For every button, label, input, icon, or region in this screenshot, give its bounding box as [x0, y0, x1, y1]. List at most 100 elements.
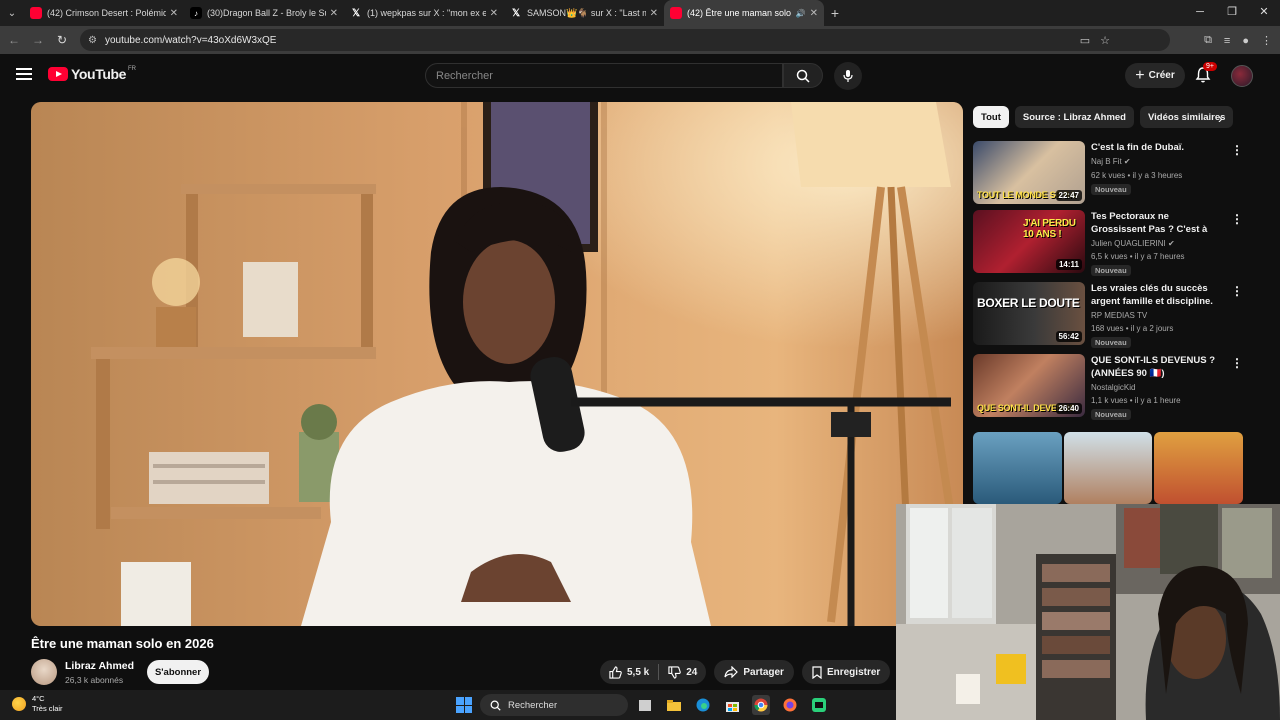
browser-tab[interactable]: (42) Crimson Desert : Polémiqu ✕ [24, 0, 184, 26]
search-input[interactable] [436, 64, 782, 87]
recommendation-channel[interactable]: NostalgicKid [1091, 383, 1135, 392]
search-button[interactable] [783, 63, 823, 88]
chrome-icon[interactable] [752, 695, 770, 715]
browser-tab[interactable]: 𝕏 SAMSON👑🐐 sur X : "Last m ✕ [504, 0, 664, 26]
recommendation-channel[interactable]: RP MEDIAS TV [1091, 311, 1147, 320]
thumbnail-text: BOXER LE DOUTE [977, 296, 1080, 310]
close-tab-icon[interactable]: ✕ [330, 8, 338, 19]
recommendation-channel[interactable]: Julien QUAGLIERINI ✔ [1091, 239, 1175, 248]
speaker-icon[interactable]: 🔊 [796, 9, 806, 18]
cast-icon[interactable]: ▭ [1080, 34, 1090, 47]
recommendation-item[interactable]: J'AI PERDU 10 ANS ! 14:11 Tes Pectoraux … [973, 210, 1243, 276]
close-window-icon[interactable]: ✕ [1248, 0, 1280, 26]
verified-icon: ✔ [1123, 157, 1131, 166]
like-count: 5,5 k [627, 666, 650, 678]
browser-tab-active[interactable]: (42) Être une maman solo e 🔊 ✕ [664, 0, 824, 26]
youtube-logo[interactable]: YouTube FR [48, 66, 136, 82]
extensions-icon[interactable]: ⧉ [1204, 34, 1212, 47]
like-button[interactable]: 5,5 k [600, 665, 658, 679]
taskbar-search-label: Rechercher [508, 699, 558, 711]
back-icon[interactable]: ← [2, 33, 26, 47]
recommendation-title[interactable]: C'est la fin de Dubaï. [1091, 141, 1221, 154]
firefox-icon[interactable] [781, 695, 799, 715]
tab-search-chevron-icon[interactable]: ⌄ [0, 1, 24, 25]
recommendation-channel[interactable]: Naj B Fit ✔ [1091, 157, 1131, 166]
voice-search-button[interactable] [834, 62, 862, 90]
new-tab-icon[interactable]: + [824, 5, 846, 21]
more-options-icon[interactable]: ⋮ [1231, 212, 1243, 226]
edge-icon[interactable] [694, 695, 712, 715]
recommendation-meta: 168 vues • il y a 2 jours [1091, 324, 1174, 333]
recommendation-meta: 6,5 k vues • il y a 7 heures [1091, 252, 1185, 261]
create-button[interactable]: + Créer [1125, 63, 1185, 88]
recommendation-meta: 1,1 k vues • il y a 1 heure [1091, 396, 1181, 405]
chip-source[interactable]: Source : Libraz Ahmed [1014, 106, 1134, 128]
file-explorer-icon[interactable] [665, 695, 683, 715]
tab-label: (30)Dragon Ball Z - Broly le Sup [207, 8, 326, 18]
channel-avatar[interactable] [31, 659, 57, 685]
site-info-icon[interactable]: ⚙ [88, 35, 97, 46]
menu-icon[interactable] [16, 68, 32, 80]
task-view-icon[interactable] [636, 695, 654, 715]
channel-name[interactable]: Libraz Ahmed [65, 660, 134, 672]
subscribe-button[interactable]: S'abonner [147, 660, 209, 684]
short-thumbnail[interactable] [1063, 432, 1153, 504]
save-button[interactable]: Enregistrer [801, 660, 891, 684]
chevron-right-icon[interactable]: › [1218, 110, 1223, 126]
account-avatar[interactable] [1231, 65, 1253, 87]
recommendation-item[interactable]: QUE SONT-IL DEVENUS 26:40 QUE SONT-ILS D… [973, 354, 1243, 420]
notifications-button[interactable]: 9+ [1195, 62, 1217, 86]
close-tab-icon[interactable]: ✕ [170, 8, 178, 19]
close-tab-icon[interactable]: ✕ [490, 8, 498, 19]
browser-tab[interactable]: 𝕏 (1) wepkpas sur X : "mon ex ell ✕ [344, 0, 504, 26]
profile-icon[interactable]: ● [1242, 35, 1249, 47]
region-code: FR [128, 66, 137, 72]
more-options-icon[interactable]: ⋮ [1231, 356, 1243, 370]
youtube-masthead: YouTube FR + Créer 9+ [0, 54, 1280, 98]
save-label: Enregistrer [826, 666, 881, 678]
restore-icon[interactable]: ❐ [1216, 0, 1248, 26]
short-thumbnail[interactable] [1154, 432, 1244, 504]
store-icon[interactable] [723, 695, 741, 715]
close-tab-icon[interactable]: ✕ [650, 8, 658, 19]
address-bar[interactable]: ⚙ youtube.com/watch?v=43oXd6W3xQE ▭ ☆ [80, 29, 1170, 51]
thumbs-down-icon [668, 665, 682, 679]
video-player[interactable] [31, 102, 963, 626]
bookmark-star-icon[interactable]: ☆ [1100, 34, 1110, 47]
more-options-icon[interactable]: ⋮ [1231, 143, 1243, 157]
minimize-icon[interactable]: ─ [1184, 0, 1216, 26]
recommendation-title[interactable]: Tes Pectoraux ne Grossissent Pas ? C'est… [1091, 210, 1221, 236]
thumbs-up-icon [609, 665, 622, 679]
video-thumbnail[interactable]: QUE SONT-IL DEVENUS 26:40 [973, 354, 1085, 417]
share-label: Partager [743, 666, 784, 678]
tab-label: (42) Être une maman solo e [687, 8, 793, 18]
browser-tab[interactable]: ♪ (30)Dragon Ball Z - Broly le Sup ✕ [184, 0, 344, 26]
video-thumbnail[interactable]: BOXER LE DOUTE 56:42 [973, 282, 1085, 345]
reload-icon[interactable]: ↻ [50, 33, 74, 47]
forward-icon[interactable]: → [26, 33, 50, 47]
tiktok-icon: ♪ [190, 7, 202, 19]
short-thumbnail[interactable] [973, 432, 1062, 504]
more-menu-icon[interactable]: ⋮ [1261, 34, 1272, 47]
recommendation-title[interactable]: QUE SONT-ILS DEVENUS ? (ANNÉES 90 🇫🇷) [1091, 354, 1221, 380]
app-icon[interactable] [810, 695, 828, 715]
video-thumbnail[interactable]: TOUT LE MONDE SE BA 22:47 [973, 141, 1085, 204]
taskbar-search[interactable]: Rechercher [480, 694, 628, 716]
dislike-count: 24 [686, 666, 698, 678]
media-control-icon[interactable]: ≡ [1224, 35, 1230, 47]
recommendation-item[interactable]: BOXER LE DOUTE 56:42 Les vraies clés du … [973, 282, 1243, 348]
close-tab-icon[interactable]: ✕ [810, 8, 818, 19]
recommendation-item[interactable]: TOUT LE MONDE SE BA 22:47 C'est la fin d… [973, 141, 1243, 205]
video-thumbnail[interactable]: J'AI PERDU 10 ANS ! 14:11 [973, 210, 1085, 273]
address-bar-row: ← → ↻ ⚙ youtube.com/watch?v=43oXd6W3xQE … [0, 26, 1280, 54]
share-button[interactable]: Partager [714, 660, 794, 684]
chip-all[interactable]: Tout [973, 106, 1009, 128]
weather-desc: Très clair [32, 704, 63, 713]
filter-chips: Tout Source : Libraz Ahmed Vidéos simila… [973, 106, 1243, 128]
dislike-button[interactable]: 24 [659, 665, 706, 679]
new-badge: Nouveau [1091, 265, 1131, 276]
windows-start-icon[interactable] [456, 697, 472, 713]
weather-widget[interactable]: 4°C Très clair [12, 694, 63, 714]
recommendation-title[interactable]: Les vraies clés du succès argent famille… [1091, 282, 1221, 308]
more-options-icon[interactable]: ⋮ [1231, 284, 1243, 298]
